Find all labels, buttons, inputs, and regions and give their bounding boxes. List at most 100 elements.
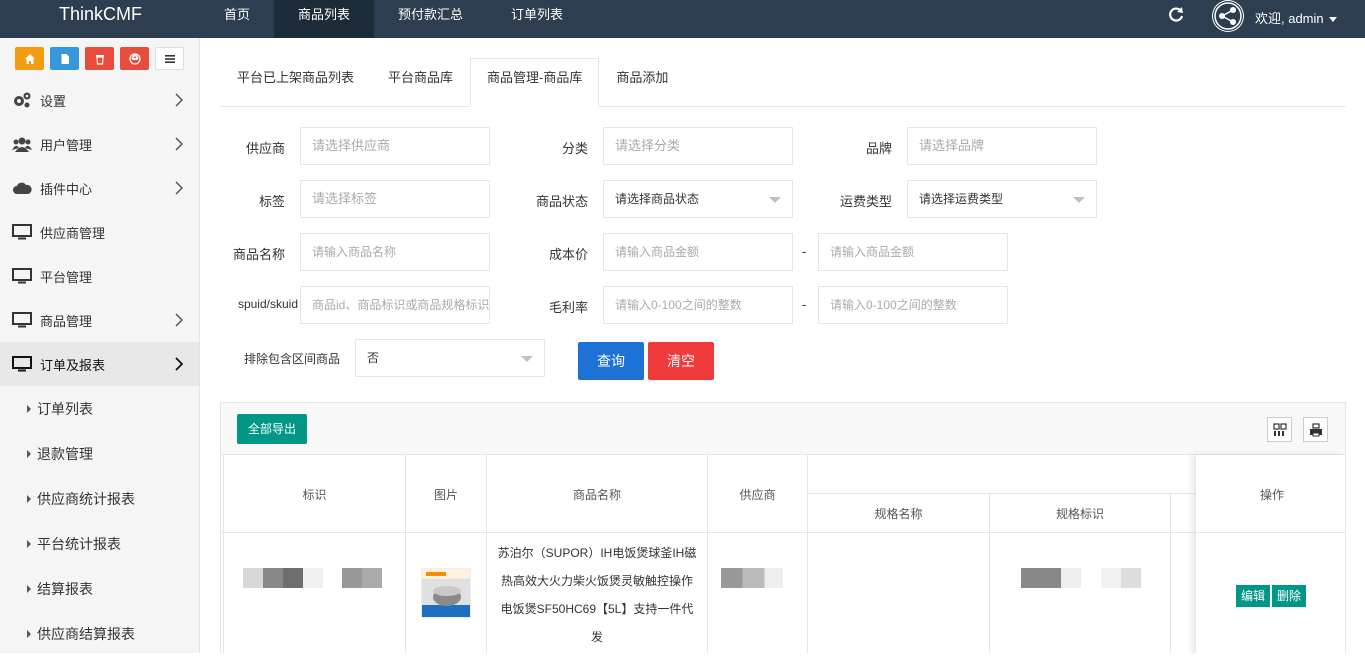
sidebar-item-product-mgmt[interactable]: 商品管理 [0, 298, 199, 342]
monitor-icon [12, 310, 32, 330]
sidebar-sub-supplier-report[interactable]: 供应商统计报表 [0, 476, 199, 521]
sidebar-sub-label: 订单列表 [37, 400, 93, 417]
col-line [405, 455, 406, 653]
caret-down-icon [521, 356, 533, 362]
sidebar-item-label: 商品管理 [40, 313, 93, 329]
caret-right-icon [27, 405, 31, 413]
margin-min-input[interactable]: 请输入0-100之间的整数 [603, 286, 793, 324]
sidebar-item-supplier-mgmt[interactable]: 供应商管理 [0, 210, 199, 254]
file-button[interactable] [50, 47, 79, 70]
col-line [486, 455, 487, 653]
status-select[interactable]: 请选择商品状态 [603, 180, 793, 218]
caret-down-icon [769, 197, 781, 203]
margin-label: 毛利率 [548, 300, 588, 315]
sidebar-sub-label: 平台统计报表 [37, 535, 121, 552]
sidebar-sub-settlement-report[interactable]: 结算报表 [0, 566, 199, 611]
blurred-id-part [342, 568, 382, 588]
clear-button[interactable]: 清空 [648, 342, 714, 380]
sidebar-sub-supplier-settlement[interactable]: 供应商结算报表 [0, 611, 199, 656]
category-select[interactable]: 请选择分类 [603, 127, 793, 165]
chevron-right-icon [175, 137, 183, 151]
ops-column: 操作 编辑 删除 [1195, 455, 1345, 653]
trash-button[interactable] [85, 47, 114, 70]
refresh-icon[interactable] [1167, 6, 1185, 24]
caret-down-icon [1329, 17, 1338, 23]
cost-max-input[interactable]: 请输入商品金额 [818, 233, 1008, 271]
blurred-spec-id-part2 [1101, 568, 1141, 588]
sidebar: 设置 用户管理 插件中心 供应商管理 平台管理 商品管理 订单及报表 订单列表 … [0, 38, 200, 653]
tab-platform-listed[interactable]: 平台已上架商品列表 [220, 58, 371, 107]
shipping-select-value: 请选择运费类型 [919, 192, 1004, 206]
th-image: 图片 [433, 488, 458, 502]
brand-select[interactable]: 请选择品牌 [907, 127, 1097, 165]
status-label: 商品状态 [535, 194, 588, 209]
table-toolbar: 全部导出 [221, 403, 1345, 455]
range-dash: - [802, 297, 807, 312]
user-menu[interactable]: 欢迎, admin [1255, 8, 1338, 27]
users-icon [12, 134, 32, 154]
shipping-label: 运费类型 [839, 194, 892, 209]
edit-button[interactable]: 编辑 [1236, 585, 1271, 607]
supplier-label: 供应商 [245, 141, 285, 156]
sidebar-quick-buttons [0, 38, 199, 78]
monitor-icon [12, 354, 32, 374]
tag-label: 标签 [258, 194, 285, 209]
sidebar-sub-order-list[interactable]: 订单列表 [0, 386, 199, 431]
home-button[interactable] [15, 47, 44, 70]
caret-right-icon [27, 630, 31, 638]
trash-icon [95, 54, 104, 65]
sidebar-sub-label: 供应商统计报表 [37, 490, 135, 507]
sidebar-item-users[interactable]: 用户管理 [0, 122, 199, 166]
col-line [707, 455, 708, 653]
delete-button[interactable]: 删除 [1272, 585, 1307, 607]
search-button[interactable]: 查询 [578, 342, 644, 380]
export-all-button[interactable]: 全部导出 [237, 414, 307, 444]
caret-right-icon [27, 585, 31, 593]
recycle-button[interactable] [120, 47, 149, 70]
caret-right-icon [27, 450, 31, 458]
sidebar-item-plugins[interactable]: 插件中心 [0, 166, 199, 210]
product-thumbnail[interactable] [421, 568, 471, 618]
sidebar-sub-refunds[interactable]: 退款管理 [0, 431, 199, 476]
caret-down-icon [1073, 197, 1085, 203]
brand-logo[interactable]: ThinkCMF [59, 4, 142, 25]
list-button[interactable] [155, 47, 184, 70]
spuid-input[interactable]: 商品id、商品标识或商品规格标识 [300, 286, 490, 324]
sidebar-item-orders-reports[interactable]: 订单及报表 [0, 342, 199, 386]
tag-select[interactable]: 请选择标签 [300, 180, 490, 218]
topnav-home[interactable]: 首页 [200, 0, 274, 38]
exclude-range-select[interactable]: 否 [355, 339, 545, 377]
sidebar-sub-platform-report[interactable]: 平台统计报表 [0, 521, 199, 566]
columns-button[interactable] [1267, 417, 1292, 442]
topnav-prepay-summary[interactable]: 预付款汇总 [374, 0, 487, 38]
monitor-icon [12, 266, 32, 286]
caret-right-icon [27, 540, 31, 548]
blurred-spec-id [1021, 568, 1061, 588]
blurred-spec-id-part [1061, 568, 1081, 588]
chevron-right-icon [175, 357, 183, 371]
cloud-icon [12, 178, 32, 198]
sidebar-item-platform-mgmt[interactable]: 平台管理 [0, 254, 199, 298]
gears-icon [12, 90, 32, 110]
tab-bar: 平台已上架商品列表 平台商品库 商品管理-商品库 商品添加 [220, 58, 1346, 107]
cost-min-input[interactable]: 请输入商品金额 [603, 233, 793, 271]
supplier-select[interactable]: 请选择供应商 [300, 127, 490, 165]
print-button[interactable] [1303, 417, 1328, 442]
avatar[interactable] [1212, 0, 1244, 32]
home-icon [24, 53, 35, 64]
sidebar-item-settings[interactable]: 设置 [0, 78, 199, 122]
caret-right-icon [27, 495, 31, 503]
topnav-order-list[interactable]: 订单列表 [487, 0, 587, 38]
topnav-product-list[interactable]: 商品列表 [274, 0, 375, 38]
share-icon [1213, 1, 1243, 31]
range-dash: - [802, 244, 807, 259]
chevron-right-icon [175, 181, 183, 195]
tab-add-product[interactable]: 商品添加 [599, 58, 685, 107]
exclude-range-label: 排除包含区间商品 [243, 352, 340, 366]
shipping-select[interactable]: 请选择运费类型 [907, 180, 1097, 218]
tab-product-library[interactable]: 商品管理-商品库 [470, 58, 600, 107]
columns-icon [1272, 422, 1287, 436]
margin-max-input[interactable]: 请输入0-100之间的整数 [818, 286, 1008, 324]
tab-platform-library[interactable]: 平台商品库 [371, 58, 470, 107]
product-name-input[interactable]: 请输入商品名称 [300, 233, 490, 271]
